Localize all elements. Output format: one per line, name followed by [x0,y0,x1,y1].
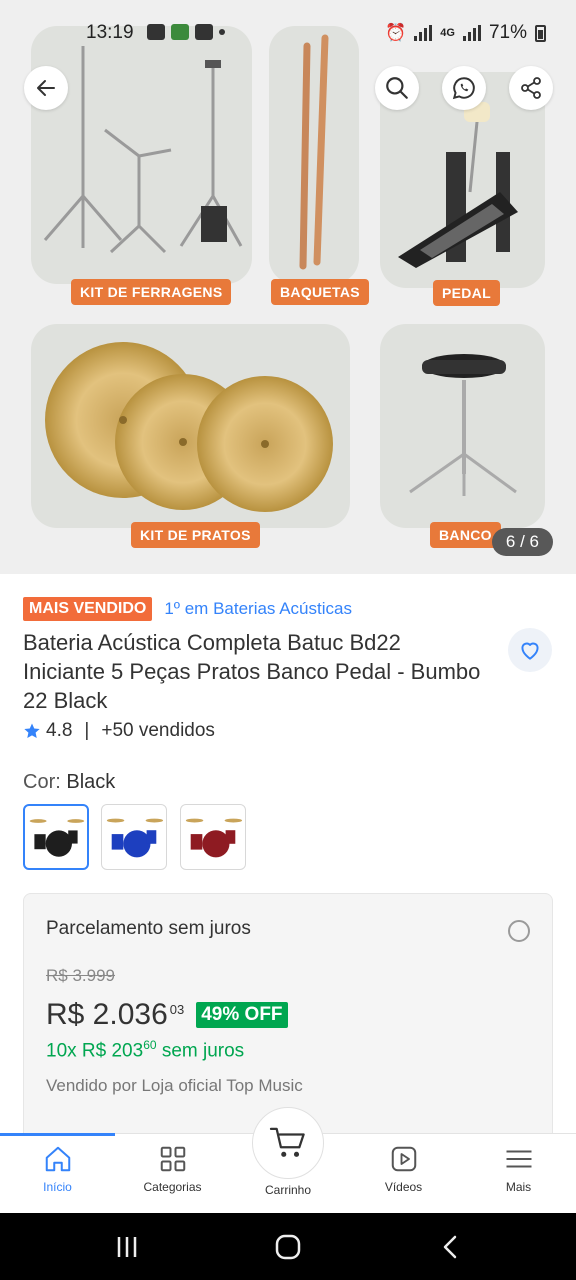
price-cents: 03 [169,1002,185,1017]
best-seller-badge: MAIS VENDIDO [23,597,153,621]
status-time: 13:19 [86,22,134,43]
nav-videos-label: Vídeos [384,1180,423,1194]
color-swatch-red[interactable] [180,804,246,870]
drumsticks-image [299,34,329,270]
home-system-button[interactable] [272,1233,304,1261]
battery-icon [535,24,546,42]
drum-throne-image [409,354,517,496]
heart-icon [521,642,539,660]
gallery-notification-icon [147,24,165,40]
color-swatch-blue[interactable] [101,804,167,870]
kit-pratos-card: KIT DE PRATOS [31,324,350,548]
search-icon [386,77,408,99]
signal-icon [414,25,433,41]
kit-pratos-label: KIT DE PRATOS [131,522,260,548]
baquetas-label: BAQUETAS [271,279,369,305]
product-image-gallery[interactable]: KIT DE FERRAGENS BAQUETAS PEDAL KIT DE P… [0,0,576,574]
current-price: R$ 2.036 03 49% OFF [46,998,288,1032]
banco-card: BANCO [380,324,545,548]
drumkit-black-thumbnail [29,819,85,857]
seller-info: Vendido por Loja oficial Top Music [46,1076,303,1095]
nav-categories[interactable]: Categorias [115,1144,230,1194]
ranking-link[interactable]: 1º em Baterias Acústicas [164,599,352,619]
nav-home[interactable]: Início [0,1144,115,1194]
video-play-icon [391,1146,416,1172]
nav-more[interactable]: Mais [461,1144,576,1194]
network-type-label: 4G [440,27,455,39]
color-swatch-black[interactable] [23,804,89,870]
whatsapp-button[interactable] [442,66,486,110]
banco-label: BANCO [430,522,501,548]
nav-videos[interactable]: Vídeos [346,1144,461,1194]
product-screen: KIT DE FERRAGENS BAQUETAS PEDAL KIT DE P… [0,0,576,1280]
color-label-prefix: Cor: [23,771,61,793]
more-notifications-icon [219,29,225,35]
arrow-left-icon [37,80,55,96]
installments: 10x R$ 20360 sem juros [46,1038,244,1062]
drumkit-red-thumbnail [185,818,243,858]
recent-apps-icon [117,1237,137,1257]
hardware-stands-image [43,46,243,254]
status-bar: 13:19 ⏰ 4G 71% [0,20,576,52]
whatsapp-icon [452,77,475,100]
sold-count: +50 vendidos [101,720,215,741]
rating-row[interactable]: 4.8 | +50 vendidos [23,720,215,742]
cymbals-image [45,342,333,512]
back-button[interactable] [24,66,68,110]
app-notification-icon [171,24,189,40]
kit-ferragens-label: KIT DE FERRAGENS [71,279,232,305]
system-indicators: ⏰ 4G 71% [385,22,546,44]
installment-suffix: sem juros [161,1040,245,1062]
kit-ferragens-card: KIT DE FERRAGENS [31,26,252,305]
nav-more-label: Mais [505,1180,532,1194]
grid-icon [160,1146,185,1172]
share-button[interactable] [509,66,553,110]
rating-separator: | [84,720,90,741]
hamburger-menu-icon [506,1150,531,1168]
system-navigation-bar [0,1213,576,1280]
pedal-label: PEDAL [433,280,500,306]
chevron-left-icon [443,1235,457,1259]
home-icon [45,1146,70,1172]
rating-value: 4.8 [46,720,73,741]
nav-categories-label: Categorias [143,1180,202,1194]
installment-cents: 60 [143,1038,157,1052]
payment-option-title: Parcelamento sem juros [46,918,251,939]
drumkit-blue-thumbnail [106,818,164,858]
notification-icons [147,24,225,40]
discount-badge: 49% OFF [196,1002,288,1028]
nav-cart[interactable] [252,1107,324,1179]
price-main: R$ 2.036 [46,998,168,1031]
nav-home-label: Início [43,1180,72,1194]
nav-cart-label: Carrinho [264,1183,312,1197]
selected-color: Black [66,771,116,793]
original-price: R$ 3.999 [46,966,115,985]
share-icon [521,77,541,99]
payment-option-radio[interactable] [508,920,530,942]
back-system-button[interactable] [436,1233,464,1261]
star-icon [24,723,40,738]
color-selector-label: Cor: Black [23,771,115,794]
cart-icon [269,1127,305,1157]
alarm-icon: ⏰ [385,23,407,42]
recent-apps-button[interactable] [112,1233,142,1261]
baquetas-card: BAQUETAS [269,26,369,305]
product-title: Bateria Acústica Completa Batuc Bd22 Ini… [23,630,481,713]
product-badges: MAIS VENDIDO 1º em Baterias Acústicas [23,597,352,621]
home-circle-icon [275,1234,301,1260]
image-counter: 6 / 6 [491,528,553,556]
bank-notification-icon [195,24,213,40]
active-tab-indicator [0,1133,115,1136]
installment-amount: 10x R$ 203 [46,1040,144,1062]
signal-icon-2 [462,25,481,41]
search-button[interactable] [375,66,419,110]
favorite-button[interactable] [508,628,552,672]
battery-level: 71% [488,22,527,43]
